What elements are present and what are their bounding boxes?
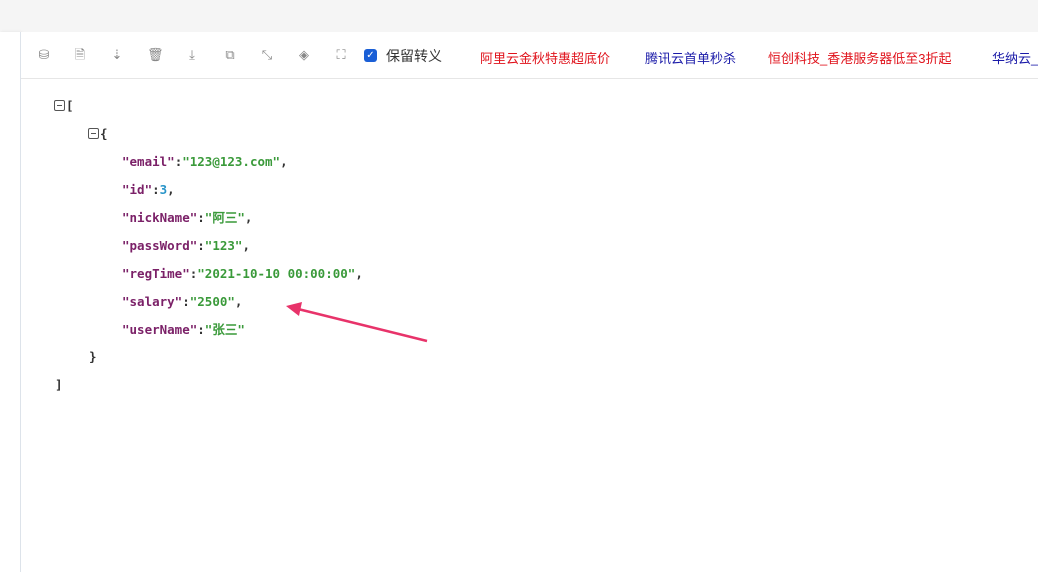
annotation-arrow: [286, 302, 428, 343]
